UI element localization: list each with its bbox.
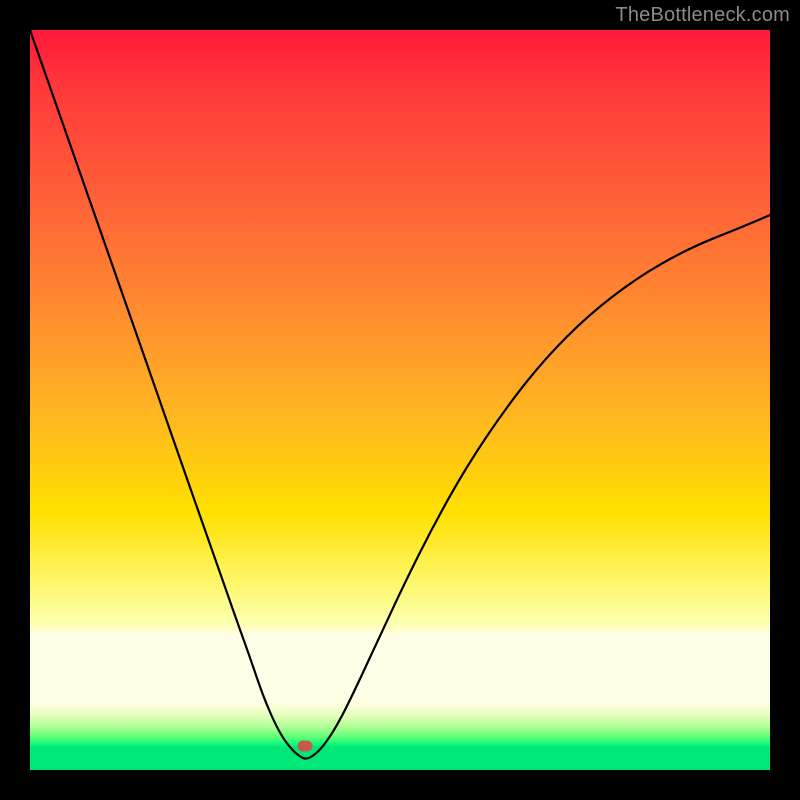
chart-frame: TheBottleneck.com xyxy=(0,0,800,800)
plot-area xyxy=(30,30,770,770)
bottleneck-curve xyxy=(30,30,770,770)
optimal-point-marker xyxy=(298,740,313,751)
watermark-text: TheBottleneck.com xyxy=(615,4,790,27)
